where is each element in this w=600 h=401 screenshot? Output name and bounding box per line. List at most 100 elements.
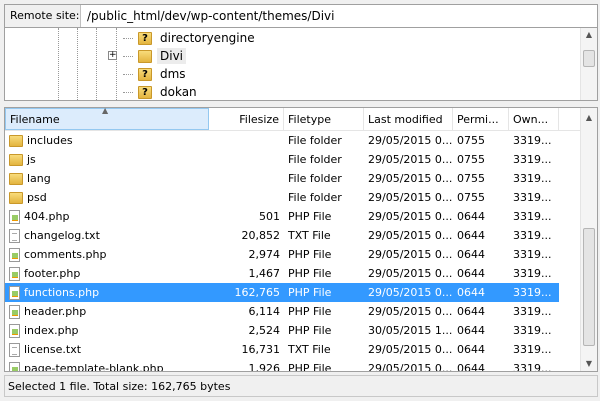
tree-item-label: Divi [157, 48, 187, 64]
folder-icon [138, 49, 152, 63]
scroll-down-icon[interactable]: ▼ [581, 359, 597, 368]
file-owner: 3319... [513, 248, 552, 261]
file-modified: 29/05/2015 0... [368, 267, 453, 280]
file-owner: 3319... [513, 362, 552, 372]
txt-file-icon [9, 228, 20, 243]
tree-item[interactable]: ? dokan [123, 83, 200, 100]
file-permissions: 0644 [457, 248, 485, 261]
file-permissions: 0644 [457, 267, 485, 280]
file-modified: 29/05/2015 0... [368, 172, 453, 185]
tree-item[interactable]: ? directoryengine [123, 29, 258, 47]
scroll-up-icon[interactable]: ▲ [581, 30, 597, 39]
file-name: psd [27, 191, 47, 204]
folder-question-icon: ? [138, 67, 152, 81]
php-file-icon [9, 323, 20, 338]
file-size: 1,926 [248, 362, 281, 372]
file-name: page-template-blank.php [24, 362, 164, 372]
column-header-permissions[interactable]: Permi... [453, 108, 509, 130]
file-owner: 3319... [513, 229, 552, 242]
column-header-owner[interactable]: Own... [509, 108, 559, 130]
folder-question-icon: ? [138, 85, 152, 99]
column-header-filetype[interactable]: Filetype [284, 108, 364, 130]
file-row[interactable]: comments.php 2,974 PHP File 29/05/2015 0… [5, 245, 597, 264]
file-row[interactable]: js File folder 29/05/2015 0... 0755 3319… [5, 150, 597, 169]
file-permissions: 0644 [457, 324, 485, 337]
file-name: comments.php [24, 248, 107, 261]
file-permissions: 0644 [457, 286, 485, 299]
file-permissions: 0644 [457, 210, 485, 223]
file-modified: 29/05/2015 0... [368, 229, 453, 242]
remote-directory-tree[interactable]: ? directoryengine + Divi? dms? dokan ▲ [4, 28, 598, 101]
file-row[interactable]: 404.php 501 PHP File 29/05/2015 0... 064… [5, 207, 597, 226]
file-row[interactable]: functions.php 162,765 PHP File 29/05/201… [5, 283, 559, 302]
file-owner: 3319... [513, 305, 552, 318]
file-name: license.txt [24, 343, 82, 356]
file-row[interactable]: license.txt 16,731 TXT File 29/05/2015 0… [5, 340, 597, 359]
file-row[interactable]: lang File folder 29/05/2015 0... 0755 33… [5, 169, 597, 188]
file-name: footer.php [24, 267, 81, 280]
tree-item-label: dokan [160, 85, 197, 99]
column-label: Filename [10, 112, 60, 126]
file-modified: 29/05/2015 0... [368, 343, 453, 356]
tree-scrollbar[interactable]: ▲ [580, 28, 597, 100]
file-owner: 3319... [513, 134, 552, 147]
file-modified: 29/05/2015 0... [368, 362, 453, 372]
folder-icon [9, 153, 23, 166]
file-list-scrollbar[interactable]: ▲ ▼ [580, 108, 597, 371]
file-row[interactable]: changelog.txt 20,852 TXT File 29/05/2015… [5, 226, 597, 245]
php-file-icon [9, 285, 20, 300]
file-modified: 29/05/2015 0... [368, 153, 453, 166]
file-permissions: 0644 [457, 305, 485, 318]
file-type: File folder [288, 191, 342, 204]
file-modified: 29/05/2015 0... [368, 210, 453, 223]
column-headers: ▲ Filename Filesize Filetype Last modifie… [5, 108, 597, 131]
file-owner: 3319... [513, 191, 552, 204]
php-file-icon [9, 361, 20, 371]
file-type: TXT File [288, 229, 331, 242]
file-permissions: 0644 [457, 362, 485, 372]
folder-icon [9, 134, 23, 147]
column-header-filesize[interactable]: Filesize [209, 108, 284, 130]
file-size: 6,114 [248, 305, 281, 318]
remote-file-list[interactable]: ▲ Filename Filesize Filetype Last modifie… [4, 107, 598, 372]
column-header-last-modified[interactable]: Last modified [364, 108, 453, 130]
file-row[interactable]: psd File folder 29/05/2015 0... 0755 331… [5, 188, 597, 207]
php-file-icon [9, 247, 20, 262]
file-type: File folder [288, 153, 342, 166]
file-type: File folder [288, 172, 342, 185]
expand-icon[interactable]: + [108, 51, 117, 60]
file-owner: 3319... [513, 172, 552, 185]
tree-item[interactable]: Divi [123, 47, 187, 65]
tree-item[interactable]: ? dms [123, 65, 189, 83]
file-name: changelog.txt [24, 229, 100, 242]
scroll-thumb[interactable] [583, 50, 595, 67]
file-type: PHP File [288, 305, 332, 318]
file-row[interactable]: includes File folder 29/05/2015 0... 075… [5, 131, 597, 150]
file-row[interactable]: index.php 2,524 PHP File 30/05/2015 1...… [5, 321, 597, 340]
status-bar: Selected 1 file. Total size: 162,765 byt… [4, 375, 598, 397]
file-name: 404.php [24, 210, 70, 223]
file-row[interactable]: header.php 6,114 PHP File 29/05/2015 0..… [5, 302, 597, 321]
file-type: PHP File [288, 248, 332, 261]
remote-site-bar: Remote site: /public_html/dev/wp-content… [4, 4, 598, 28]
file-modified: 30/05/2015 1... [368, 324, 453, 337]
remote-path-input[interactable]: /public_html/dev/wp-content/themes/Divi [81, 5, 341, 27]
file-row[interactable]: page-template-blank.php 1,926 PHP File 2… [5, 359, 597, 372]
php-file-icon [9, 266, 20, 281]
file-name: js [27, 153, 36, 166]
scroll-up-icon[interactable]: ▲ [581, 113, 597, 122]
file-permissions: 0644 [457, 229, 485, 242]
folder-icon [9, 191, 23, 204]
file-type: PHP File [288, 286, 332, 299]
file-size: 2,524 [248, 324, 281, 337]
scroll-thumb[interactable] [583, 228, 595, 346]
file-owner: 3319... [513, 210, 552, 223]
file-size: 162,765 [234, 286, 281, 299]
folder-question-icon: ? [138, 31, 152, 45]
file-permissions: 0755 [457, 153, 485, 166]
column-header-filename[interactable]: ▲ Filename [5, 108, 209, 130]
file-row[interactable]: footer.php 1,467 PHP File 29/05/2015 0..… [5, 264, 597, 283]
file-type: PHP File [288, 324, 332, 337]
file-owner: 3319... [513, 267, 552, 280]
file-name: header.php [24, 305, 87, 318]
